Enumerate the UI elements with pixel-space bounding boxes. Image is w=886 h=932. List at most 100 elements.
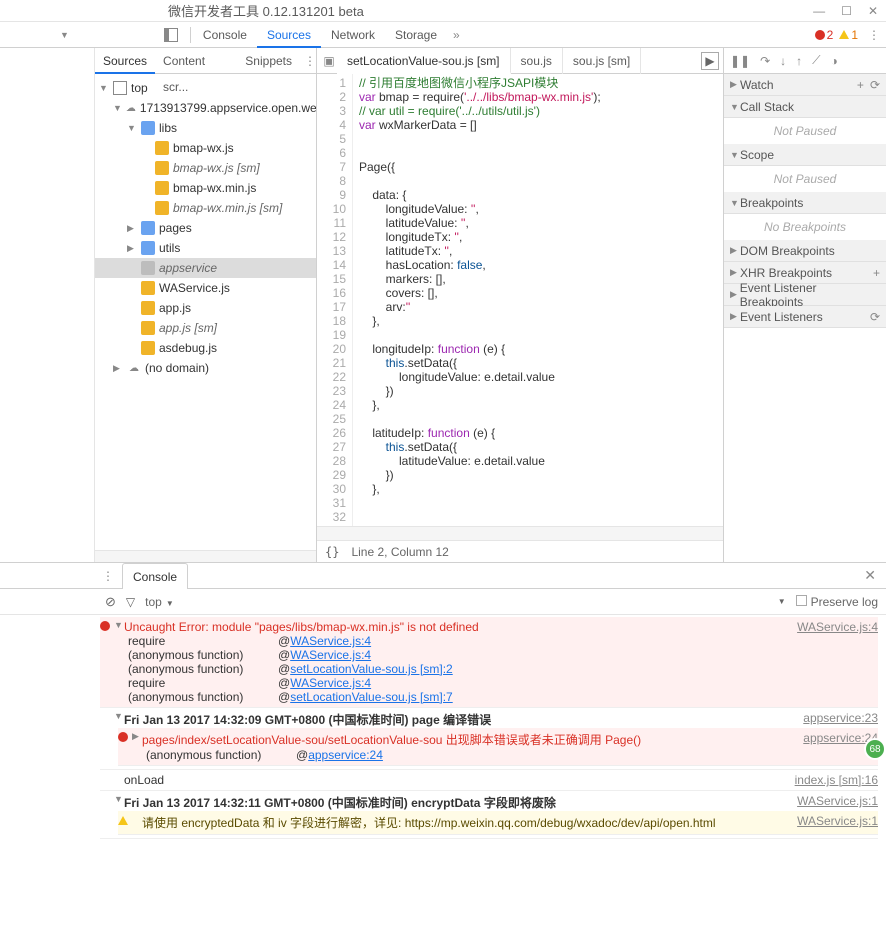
log-group: ▼Fri Jan 13 2017 14:32:11 GMT+0800 (中国标准… xyxy=(100,791,878,839)
log-source-link[interactable]: WAService.js:1 xyxy=(787,814,878,831)
add-xhr-bp-icon[interactable]: + xyxy=(873,266,880,280)
editor-tab-1[interactable]: sou.js xyxy=(511,48,563,74)
log-error: ▼Uncaught Error: module "pages/libs/bmap… xyxy=(100,617,878,708)
scope-header[interactable]: ▼Scope xyxy=(724,144,886,166)
tab-sources[interactable]: Sources xyxy=(257,22,321,48)
console-close-icon[interactable]: ✕ xyxy=(864,567,876,584)
refresh-evt-icon[interactable]: ⟳ xyxy=(870,310,880,324)
float-badge[interactable]: 68 xyxy=(864,738,886,760)
stack-link[interactable]: appservice:24 xyxy=(308,748,383,762)
context-selector[interactable]: top▼ xyxy=(145,595,174,609)
minimize-icon[interactable]: — xyxy=(813,4,825,18)
level-dropdown-icon[interactable]: ▼ xyxy=(778,597,786,606)
more-tabs-icon[interactable]: » xyxy=(453,28,460,42)
console-tab[interactable]: Console xyxy=(122,563,188,589)
log-source-link[interactable]: WAService.js:1 xyxy=(787,794,878,811)
code-content[interactable]: // 引用百度地图微信小程序JSAPI模块 var bmap = require… xyxy=(353,74,723,526)
subtab-sources[interactable]: Sources xyxy=(95,48,155,74)
tab-console[interactable]: Console xyxy=(193,22,257,48)
editor-tabs: ▣ setLocationValue-sou.js [sm] sou.js so… xyxy=(317,48,723,74)
stack-link[interactable]: setLocationValue-sou.js [sm]:7 xyxy=(290,690,453,704)
tree-hscroll[interactable] xyxy=(95,550,316,562)
event-bp-header[interactable]: ▶Event Listener Breakpoints xyxy=(724,284,886,306)
log-source-link[interactable]: appservice:23 xyxy=(793,711,878,728)
debug-toolbar: ❚❚ ↷ ↓ ↑ ⟋ ◑ xyxy=(724,48,886,74)
stack-link[interactable]: WAService.js:4 xyxy=(290,676,371,690)
tree-item[interactable]: ▼☁1713913799.appservice.open.weix xyxy=(95,98,316,118)
editor-status: {} Line 2, Column 12 xyxy=(317,540,723,562)
log-line: onLoadindex.js [sm]:16 xyxy=(100,770,878,791)
stack-link[interactable]: setLocationValue-sou.js [sm]:2 xyxy=(290,662,453,676)
log-source-link[interactable]: index.js [sm]:16 xyxy=(785,773,878,787)
tree-item[interactable]: bmap-wx.js [sm] xyxy=(95,158,316,178)
tree-item[interactable]: ▶pages xyxy=(95,218,316,238)
refresh-watch-icon[interactable]: ⟳ xyxy=(870,78,880,92)
tree-item[interactable]: ▶☁(no domain) xyxy=(95,358,316,378)
tree-item[interactable]: ▼libs xyxy=(95,118,316,138)
tree-item[interactable]: bmap-wx.js xyxy=(95,138,316,158)
close-icon[interactable]: ✕ xyxy=(868,4,878,18)
stack-link[interactable]: WAService.js:4 xyxy=(290,634,371,648)
console-filter-bar: ⊘ ▽ top▼ ▼ Preserve log xyxy=(0,589,886,615)
tree-item[interactable]: app.js [sm] xyxy=(95,318,316,338)
cursor-position: Line 2, Column 12 xyxy=(351,545,448,559)
titlebar: 微信开发者工具 0.12.131201 beta — ☐ ✕ xyxy=(0,0,886,22)
warning-count[interactable]: 1 xyxy=(839,28,858,42)
step-into-icon[interactable]: ↓ xyxy=(780,54,786,68)
stack-link[interactable]: WAService.js:4 xyxy=(290,648,371,662)
breakpoints-body: No Breakpoints xyxy=(724,214,886,240)
subtab-kebab-icon[interactable]: ⋮ xyxy=(304,54,316,68)
editor-tab-0[interactable]: setLocationValue-sou.js [sm] xyxy=(337,48,511,74)
console-drawer-header: ⋮ Console ✕ xyxy=(0,563,886,589)
brace-icon[interactable]: {} xyxy=(325,545,339,559)
add-watch-icon[interactable]: + xyxy=(857,78,864,92)
sources-pane: Sources Content scr... Snippets ⋮ ▼top▼☁… xyxy=(95,48,317,562)
tree-item[interactable]: ▶utils xyxy=(95,238,316,258)
tree-item[interactable]: ▼top xyxy=(95,78,316,98)
sources-subtabs: Sources Content scr... Snippets ⋮ xyxy=(95,48,316,74)
dom-bp-header[interactable]: ▶DOM Breakpoints xyxy=(724,240,886,262)
preserve-log-checkbox[interactable]: Preserve log xyxy=(796,595,878,609)
event-lst-header[interactable]: ▶Event Listeners⟳ xyxy=(724,306,886,328)
tree-item[interactable]: WAService.js xyxy=(95,278,316,298)
error-count[interactable]: 2 xyxy=(815,28,834,42)
callstack-header[interactable]: ▼Call Stack xyxy=(724,96,886,118)
nav-back-icon[interactable]: ▣ xyxy=(321,54,337,68)
callstack-body: Not Paused xyxy=(724,118,886,144)
tree-item[interactable]: bmap-wx.min.js [sm] xyxy=(95,198,316,218)
code-editor[interactable]: 1234567891011121314151617181920212223242… xyxy=(317,74,723,526)
step-over-icon[interactable]: ↷ xyxy=(760,54,770,68)
tab-storage[interactable]: Storage xyxy=(385,22,447,48)
console-kebab-icon[interactable]: ⋮ xyxy=(102,569,114,583)
step-out-icon[interactable]: ↑ xyxy=(796,54,802,68)
subtab-content-scripts[interactable]: Content scr... xyxy=(155,48,237,74)
console-body: ▼Uncaught Error: module "pages/libs/bmap… xyxy=(0,615,886,841)
devtools-toolbar: ▼ Console Sources Network Storage » 2 1 … xyxy=(0,22,886,48)
maximize-icon[interactable]: ☐ xyxy=(841,4,852,18)
log-source-link[interactable]: WAService.js:4 xyxy=(787,620,878,634)
kebab-icon[interactable]: ⋮ xyxy=(868,28,880,42)
editor-pane: ▣ setLocationValue-sou.js [sm] sou.js so… xyxy=(317,48,724,562)
line-gutter: 1234567891011121314151617181920212223242… xyxy=(317,74,353,526)
pause-exc-icon[interactable]: ◑ xyxy=(831,54,838,68)
tree-item[interactable]: bmap-wx.min.js xyxy=(95,178,316,198)
breakpoints-header[interactable]: ▼Breakpoints xyxy=(724,192,886,214)
scope-body: Not Paused xyxy=(724,166,886,192)
tree-item[interactable]: app.js xyxy=(95,298,316,318)
tree-item[interactable]: appservice xyxy=(95,258,316,278)
debug-pane: ❚❚ ↷ ↓ ↑ ⟋ ◑ ▶Watch+⟳ ▼Call Stack Not Pa… xyxy=(724,48,886,562)
clear-console-icon[interactable]: ⊘ xyxy=(105,594,116,610)
dock-icon[interactable] xyxy=(164,28,178,42)
tree-item[interactable]: asdebug.js xyxy=(95,338,316,358)
dropdown-icon[interactable]: ▼ xyxy=(60,30,69,40)
watch-header[interactable]: ▶Watch+⟳ xyxy=(724,74,886,96)
left-gutter xyxy=(0,48,95,562)
tab-network[interactable]: Network xyxy=(321,22,385,48)
filter-icon[interactable]: ▽ xyxy=(126,595,135,609)
pause-icon[interactable]: ❚❚ xyxy=(730,54,750,68)
editor-tab-2[interactable]: sou.js [sm] xyxy=(563,48,641,74)
deactivate-bp-icon[interactable]: ⟋ xyxy=(812,53,820,68)
editor-hscroll[interactable] xyxy=(317,526,723,540)
run-icon[interactable]: ▶ xyxy=(701,52,719,70)
subtab-snippets[interactable]: Snippets xyxy=(237,48,300,74)
